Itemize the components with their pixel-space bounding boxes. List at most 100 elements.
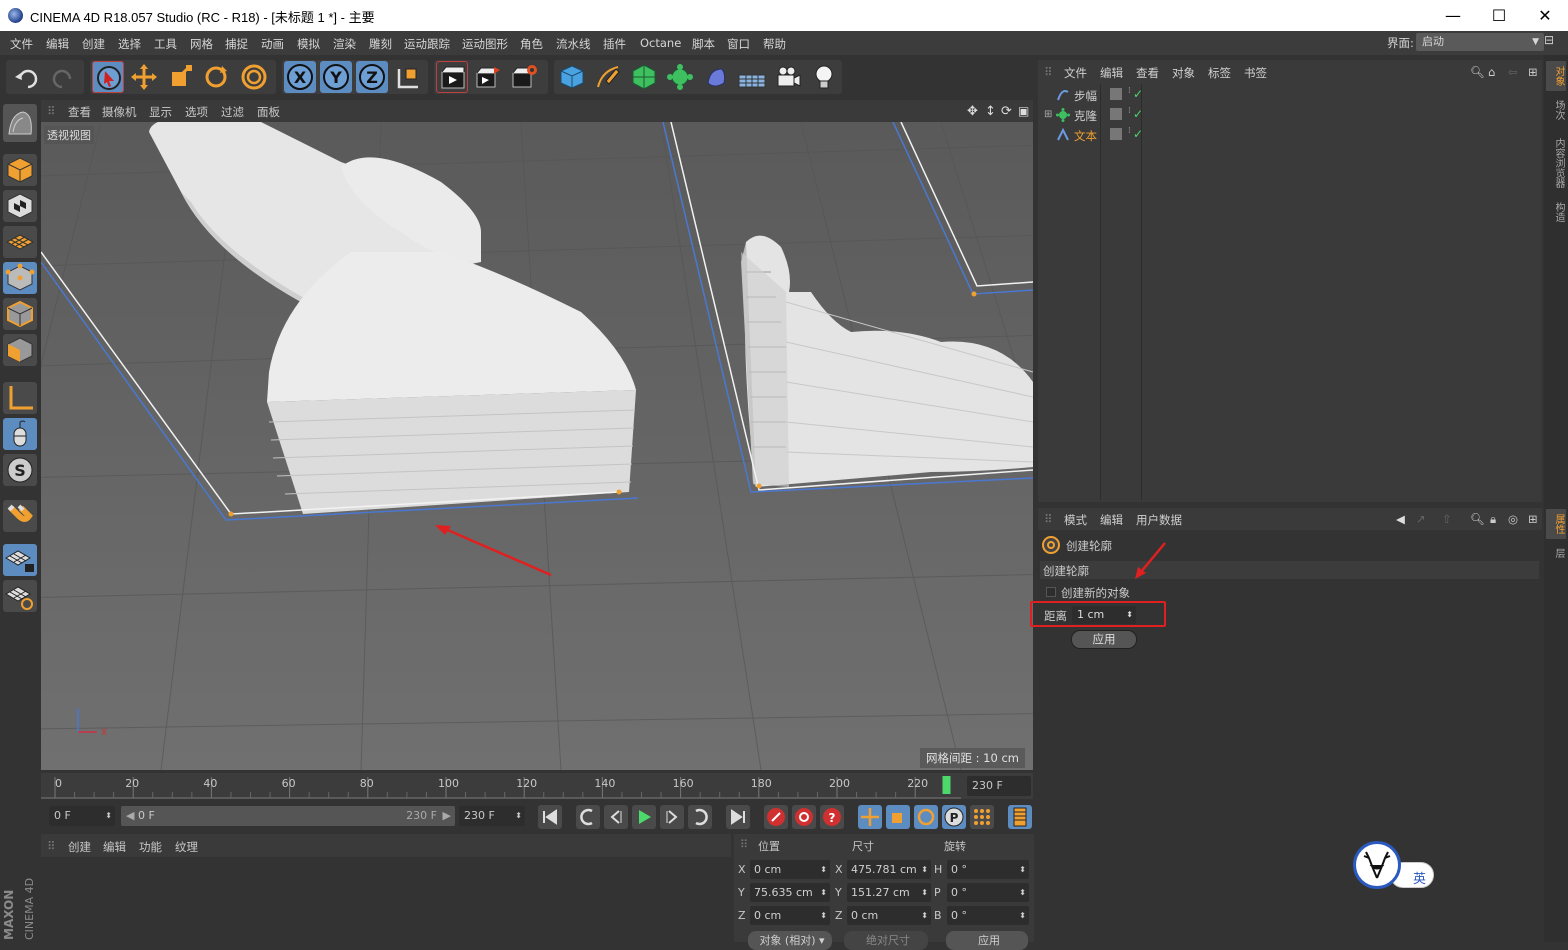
render-settings-icon[interactable] bbox=[508, 61, 540, 93]
autokey-icon[interactable] bbox=[792, 805, 816, 829]
layout-select[interactable]: 启动 ▼ bbox=[1416, 33, 1544, 51]
om-back-icon[interactable]: ⇦ bbox=[1508, 65, 1518, 79]
close-button[interactable]: ✕ bbox=[1522, 0, 1568, 31]
size-y-field[interactable]: 151.27 cm ⬍ bbox=[847, 883, 931, 902]
planar-workplane-icon[interactable] bbox=[3, 580, 37, 612]
move-icon[interactable] bbox=[128, 61, 160, 93]
tweak-mode-icon[interactable] bbox=[3, 418, 37, 450]
key-rotation-icon[interactable] bbox=[914, 805, 938, 829]
lock-workplane-icon[interactable] bbox=[3, 544, 37, 576]
camera-icon[interactable] bbox=[772, 61, 804, 93]
om-menu-edit[interactable]: 编辑 bbox=[1100, 65, 1123, 81]
range-right-arrow-icon[interactable]: ▶ bbox=[443, 806, 451, 826]
vp-move-icon[interactable]: ✥ bbox=[967, 104, 978, 119]
polygons-mode-icon[interactable] bbox=[3, 334, 37, 366]
mat-menu-texture[interactable]: 纹理 bbox=[175, 839, 198, 855]
vp-menu-options[interactable]: 选项 bbox=[185, 104, 208, 120]
floor-icon[interactable] bbox=[736, 61, 768, 93]
coord-mode-select[interactable]: 对象 (相对) ▾ bbox=[748, 931, 832, 950]
tab-layers[interactable]: 层 bbox=[1546, 543, 1566, 563]
previous-frame-icon[interactable] bbox=[604, 805, 628, 829]
am-search-icon[interactable]: 🔍︎ bbox=[1470, 512, 1485, 526]
menu-motion-tracker[interactable]: 运动跟踪 bbox=[404, 36, 450, 52]
rot-h-field[interactable]: 0 ° ⬍ bbox=[947, 860, 1029, 879]
preview-range-slider[interactable]: ◀ 0 F 230 F ▶ bbox=[121, 806, 455, 826]
deformer-icon[interactable] bbox=[700, 61, 732, 93]
om-home-icon[interactable]: ⌂ bbox=[1488, 65, 1495, 79]
workplane-mode-icon[interactable] bbox=[3, 226, 37, 258]
om-menu-view[interactable]: 查看 bbox=[1136, 65, 1159, 81]
visibility-dots-icon[interactable]: ⁞ bbox=[1128, 126, 1131, 136]
object-row-stride[interactable]: ⁞ ✓ bbox=[1040, 86, 1540, 106]
menu-render[interactable]: 渲染 bbox=[333, 36, 356, 52]
menu-plugins[interactable]: 插件 bbox=[603, 36, 626, 52]
menu-simulate[interactable]: 模拟 bbox=[297, 36, 320, 52]
size-x-field[interactable]: 475.781 cm ⬍ bbox=[847, 860, 931, 879]
object-name-text[interactable]: 文本 bbox=[1074, 128, 1097, 144]
menu-snap[interactable]: 捕捉 bbox=[225, 36, 248, 52]
rot-p-field[interactable]: 0 ° ⬍ bbox=[947, 883, 1029, 902]
coord-apply-button[interactable]: 应用 bbox=[946, 931, 1028, 950]
render-to-picture-viewer-icon[interactable] bbox=[472, 61, 504, 93]
pen-spline-icon[interactable] bbox=[592, 61, 624, 93]
panel-grip-icon[interactable]: ⠿ bbox=[1044, 512, 1052, 526]
menu-select[interactable]: 选择 bbox=[118, 36, 141, 52]
menu-script[interactable]: 脚本 bbox=[692, 36, 715, 52]
menu-octane[interactable]: Octane bbox=[640, 36, 681, 50]
editor-visibility-icon[interactable] bbox=[1110, 128, 1122, 140]
vp-menu-panel[interactable]: 面板 bbox=[257, 104, 280, 120]
menu-edit[interactable]: 编辑 bbox=[46, 36, 69, 52]
vp-menu-cameras[interactable]: 摄像机 bbox=[102, 104, 137, 120]
record-keys-icon[interactable] bbox=[764, 805, 788, 829]
texture-mode-icon[interactable] bbox=[3, 190, 37, 222]
y-axis-lock-icon[interactable]: Y bbox=[320, 61, 352, 93]
mat-menu-edit[interactable]: 编辑 bbox=[103, 839, 126, 855]
scale-icon[interactable] bbox=[164, 61, 196, 93]
vp-zoom-icon[interactable]: ↕ bbox=[985, 104, 996, 119]
menu-mograph[interactable]: 运动图形 bbox=[462, 36, 508, 52]
recent-tool-icon[interactable] bbox=[238, 61, 270, 93]
range-left-arrow-icon[interactable]: ◀ bbox=[126, 809, 134, 822]
expand-icon[interactable]: ⊞ bbox=[1044, 109, 1052, 120]
object-row-cloner[interactable]: ⊞ ⁞ ✓ bbox=[1040, 106, 1540, 126]
menu-pipeline[interactable]: 流水线 bbox=[556, 36, 591, 52]
om-menu-objects[interactable]: 对象 bbox=[1172, 65, 1195, 81]
tab-structure[interactable]: 构造 bbox=[1546, 197, 1566, 227]
previous-key-icon[interactable] bbox=[576, 805, 600, 829]
menu-sculpt[interactable]: 雕刻 bbox=[369, 36, 392, 52]
model-mode-icon[interactable] bbox=[3, 154, 37, 186]
menu-tools[interactable]: 工具 bbox=[154, 36, 177, 52]
am-forward-icon[interactable]: ↗ bbox=[1416, 512, 1426, 526]
am-target-icon[interactable]: ◎ bbox=[1508, 512, 1518, 526]
key-scale-icon[interactable] bbox=[886, 805, 910, 829]
visibility-dots-icon[interactable]: ⁞ bbox=[1128, 106, 1131, 116]
am-lock-icon[interactable]: 🔒︎ bbox=[1490, 512, 1496, 527]
menu-file[interactable]: 文件 bbox=[10, 36, 33, 52]
panel-grip-icon[interactable]: ⠿ bbox=[47, 104, 55, 118]
am-menu-userdata[interactable]: 用户数据 bbox=[1136, 512, 1182, 528]
rotate-icon[interactable] bbox=[200, 61, 232, 93]
deer-avatar-icon[interactable] bbox=[1353, 841, 1401, 889]
rot-b-field[interactable]: 0 ° ⬍ bbox=[947, 906, 1029, 925]
editor-visibility-icon[interactable] bbox=[1110, 108, 1122, 120]
object-row-text[interactable]: ⁞ ✓ bbox=[1040, 126, 1540, 146]
object-name-stride[interactable]: 步幅 bbox=[1074, 88, 1097, 104]
go-to-start-icon[interactable] bbox=[538, 805, 562, 829]
om-new-panel-icon[interactable]: ⊞ bbox=[1528, 65, 1538, 79]
key-parameter-icon[interactable]: P bbox=[942, 805, 966, 829]
menu-animate[interactable]: 动画 bbox=[261, 36, 284, 52]
perspective-viewport[interactable]: Y X bbox=[41, 122, 1033, 770]
keyframe-selection-icon[interactable]: ? bbox=[820, 805, 844, 829]
coord-size-mode-select[interactable]: 绝对尺寸 bbox=[844, 931, 928, 950]
tab-objects[interactable]: 对象 bbox=[1546, 61, 1566, 91]
pos-y-field[interactable]: 75.635 cm ⬍ bbox=[750, 883, 830, 902]
undo-icon[interactable] bbox=[12, 63, 42, 93]
points-mode-icon[interactable] bbox=[3, 262, 37, 294]
current-frame-field[interactable]: 0 F ⬍ bbox=[49, 806, 115, 826]
object-name-cloner[interactable]: 克隆 bbox=[1074, 108, 1097, 124]
magnet-icon[interactable] bbox=[3, 500, 37, 532]
go-to-end-icon[interactable] bbox=[726, 805, 750, 829]
light-icon[interactable] bbox=[808, 61, 840, 93]
timeline-window-icon[interactable] bbox=[1008, 805, 1032, 829]
pos-x-field[interactable]: 0 cm ⬍ bbox=[750, 860, 830, 879]
